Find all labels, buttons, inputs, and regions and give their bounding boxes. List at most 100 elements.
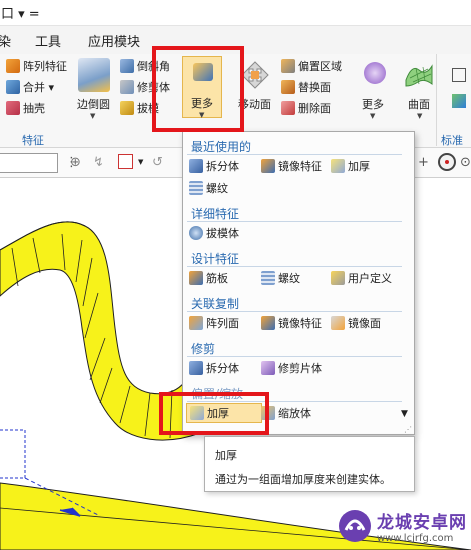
thicken-label: 加厚 xyxy=(348,160,370,173)
tooltip-title: 加厚 xyxy=(215,449,237,462)
watermark-logo-icon xyxy=(339,510,371,542)
divider xyxy=(187,356,402,357)
shell-icon xyxy=(6,101,20,115)
thread-label: 螺纹 xyxy=(206,182,228,195)
menu-item-thread-2[interactable]: 螺纹 xyxy=(261,268,300,288)
delete-face-button[interactable]: 删除面 xyxy=(281,99,331,117)
trim-sheet-icon xyxy=(261,361,275,375)
menu-item-trim-sheet[interactable]: 修剪片体 xyxy=(261,358,322,378)
menu-item-pattern-face[interactable]: 阵列面 xyxy=(189,313,239,333)
menu-item-split-body-2[interactable]: 拆分体 xyxy=(189,358,239,378)
standard-icon-1[interactable] xyxy=(452,68,466,82)
split-body-label: 拆分体 xyxy=(206,160,239,173)
snap-icon[interactable]: ⊙ xyxy=(460,155,471,170)
pattern-feature-icon xyxy=(6,59,20,73)
selection-box-icon[interactable] xyxy=(118,154,133,169)
unite-icon xyxy=(6,80,20,94)
split-body-2-label: 拆分体 xyxy=(206,362,239,375)
divider xyxy=(187,221,402,222)
edge-blend-label[interactable]: 边倒圆 xyxy=(77,96,110,112)
menu-item-user-defined[interactable]: 用户定义 xyxy=(331,268,392,288)
offset-region-icon xyxy=(281,59,295,73)
quick-access-menu[interactable]: 口 ▾ = xyxy=(1,3,40,22)
user-defined-icon xyxy=(331,271,345,285)
menu-item-thicken[interactable]: 加厚 xyxy=(331,156,370,176)
menu-item-application[interactable]: 应用模块 xyxy=(88,31,140,50)
scroll-down-icon[interactable]: ▼ xyxy=(401,409,408,419)
draft-body-icon xyxy=(189,226,203,240)
divider xyxy=(187,311,402,312)
mirror-feature-2-label: 镜像特征 xyxy=(278,317,322,330)
target-dot xyxy=(445,160,449,164)
type-filter-combobox[interactable] xyxy=(0,153,58,173)
title-bar: 口 ▾ = xyxy=(0,0,471,26)
menu-item-tools[interactable]: 工具 xyxy=(35,31,61,50)
menu-item-rib[interactable]: 筋板 xyxy=(189,268,228,288)
edge-blend-dropdown-icon[interactable]: ▼ xyxy=(90,112,95,120)
menu-item-split-body[interactable]: 拆分体 xyxy=(189,156,239,176)
menu-item-thread[interactable]: 螺纹 xyxy=(189,178,228,198)
tooltip-description: 通过为一组面增加厚度来创建实体。 xyxy=(215,473,391,486)
section-trim: 修剪 xyxy=(191,342,216,356)
delete-face-icon xyxy=(281,101,295,115)
surface-label[interactable]: 曲面 xyxy=(408,96,430,112)
shell-button[interactable]: 抽壳 xyxy=(6,99,45,117)
mirror-feature-label: 镜像特征 xyxy=(278,160,322,173)
resize-grip-icon[interactable]: ⋰ xyxy=(404,425,412,434)
more-sync-label[interactable]: 更多 xyxy=(362,96,384,112)
feature-group-label: 特征 xyxy=(22,134,44,147)
mirror-feature-icon xyxy=(261,159,275,173)
pattern-feature-button[interactable]: 阵列特征 xyxy=(6,57,67,75)
crosshair-icon[interactable]: + xyxy=(418,155,429,170)
section-associative-copy: 关联复制 xyxy=(191,297,240,311)
menu-item-mirror-feature-2[interactable]: 镜像特征 xyxy=(261,313,322,333)
more-sync-icon[interactable] xyxy=(364,62,386,84)
arrow-icon[interactable]: ↯ xyxy=(93,155,104,170)
more-dropdown-menu: 最近使用的 拆分体 镜像特征 加厚 螺纹 详细特征 拔模体 设计特征 筋板 螺纹… xyxy=(182,131,415,435)
thread-icon xyxy=(261,271,275,285)
thread-icon xyxy=(189,181,203,195)
scale-body-label: 缩放体 xyxy=(278,407,311,420)
rib-label: 筋板 xyxy=(206,272,228,285)
move-face-icon[interactable] xyxy=(240,60,270,90)
standard-icon-2[interactable] xyxy=(452,94,466,108)
rib-icon xyxy=(189,271,203,285)
pattern-face-icon xyxy=(189,316,203,330)
menu-item-mirror-feature[interactable]: 镜像特征 xyxy=(261,156,322,176)
pattern-feature-label: 阵列特征 xyxy=(23,60,67,73)
draft-icon xyxy=(120,101,134,115)
split-body-icon xyxy=(189,159,203,173)
highlight-more-button xyxy=(152,46,244,132)
replace-face-label: 替换面 xyxy=(298,81,331,94)
mirror-face-icon xyxy=(331,316,345,330)
split-body-icon xyxy=(189,361,203,375)
snap-point-icon[interactable]: ⊕ xyxy=(70,155,81,170)
divider xyxy=(187,154,402,155)
offset-region-button[interactable]: 偏置区域 xyxy=(281,57,342,75)
offset-region-label: 偏置区域 xyxy=(298,60,342,73)
thread-2-label: 螺纹 xyxy=(278,272,300,285)
cursor-icon[interactable]: ↺ xyxy=(152,155,163,170)
menu-item-render[interactable]: 染 xyxy=(0,31,11,50)
watermark-url: www.lcjrfg.com xyxy=(377,533,454,544)
thicken-icon xyxy=(331,159,345,173)
trim-body-icon xyxy=(120,80,134,94)
edge-blend-icon[interactable] xyxy=(78,58,110,92)
pattern-face-label: 阵列面 xyxy=(206,317,239,330)
chevron-down-icon[interactable]: ▼ xyxy=(138,158,143,166)
menu-item-draft-body[interactable]: 拔模体 xyxy=(189,223,239,243)
user-defined-label: 用户定义 xyxy=(348,272,392,285)
section-detail-feature: 详细特征 xyxy=(191,207,240,221)
unite-label: 合并 ▾ xyxy=(23,81,55,94)
surface-dropdown-icon[interactable]: ▼ xyxy=(417,112,422,120)
surface-icon[interactable] xyxy=(404,60,434,88)
delete-face-label: 删除面 xyxy=(298,102,331,115)
trim-sheet-label: 修剪片体 xyxy=(278,362,322,375)
group-divider xyxy=(436,54,437,146)
replace-face-button[interactable]: 替换面 xyxy=(281,78,331,96)
watermark-text: 龙城安卓网 xyxy=(377,513,467,533)
more-sync-dropdown-icon[interactable]: ▼ xyxy=(370,112,375,120)
menu-item-mirror-face[interactable]: 镜像面 xyxy=(331,313,381,333)
unite-button[interactable]: 合并 ▾ xyxy=(6,78,54,96)
mirror-face-label: 镜像面 xyxy=(348,317,381,330)
